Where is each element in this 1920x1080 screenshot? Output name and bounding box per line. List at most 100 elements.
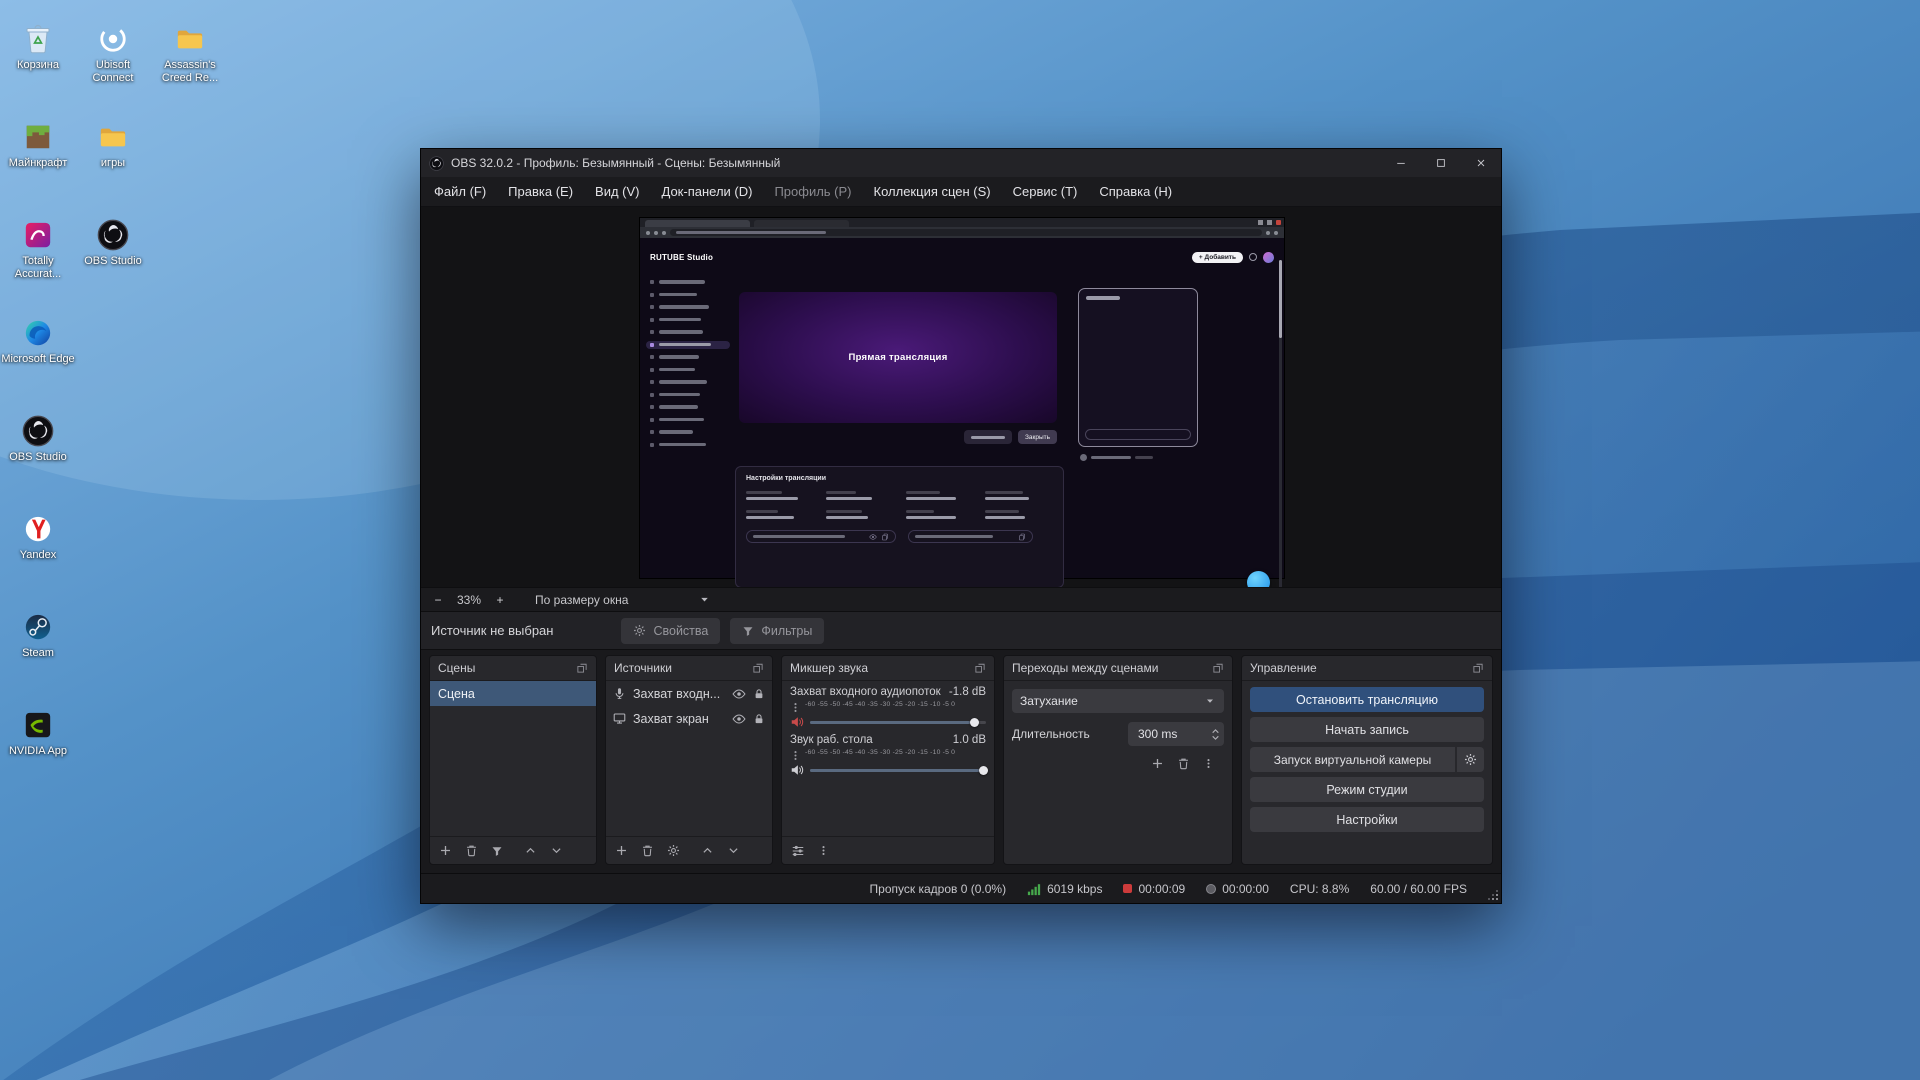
minimize-button[interactable] (1381, 149, 1421, 177)
desktop-icon-minecraft[interactable]: Майнкрафт (0, 120, 76, 170)
menu-scene-collection[interactable]: Коллекция сцен (S) (863, 177, 1002, 206)
transitions-dock-header[interactable]: Переходы между сценами (1004, 656, 1232, 681)
volume-slider[interactable] (810, 716, 986, 729)
settings-button[interactable]: Настройки (1250, 807, 1484, 832)
dock-popout-icon[interactable] (974, 662, 986, 674)
visibility-eye-icon[interactable] (732, 712, 746, 726)
controls-title: Управление (1250, 661, 1317, 675)
preview-area: RUTUBE Studio + Добавить (421, 207, 1501, 587)
dock-popout-icon[interactable] (752, 662, 764, 674)
spin-up-icon[interactable] (1211, 728, 1220, 734)
browser-back-icon (646, 231, 650, 235)
sources-dock: Источники Захват входн... Захват экран (605, 655, 773, 865)
source-properties-gear-icon[interactable] (667, 844, 680, 857)
menu-view[interactable]: Вид (V) (584, 177, 650, 206)
mixer-menu-kebab-icon[interactable] (818, 844, 829, 857)
recycle-bin-icon (21, 22, 55, 56)
chevron-down-icon[interactable] (698, 593, 711, 606)
menu-help[interactable]: Справка (H) (1088, 177, 1183, 206)
add-transition-icon[interactable] (1151, 757, 1164, 770)
channel-menu-kebab-icon[interactable] (790, 748, 801, 762)
menu-edit[interactable]: Правка (E) (497, 177, 584, 206)
speaker-icon[interactable] (790, 763, 804, 777)
zoom-in-button[interactable]: + (493, 593, 507, 607)
remove-source-icon[interactable] (641, 844, 654, 857)
controls-dock-header[interactable]: Управление (1242, 656, 1492, 681)
add-scene-icon[interactable] (439, 844, 452, 857)
desktop-icon-edge[interactable]: Microsoft Edge (0, 316, 76, 366)
stream-settings-form: Настройки трансляции (735, 466, 1064, 587)
title-bar[interactable]: OBS 32.0.2 - Профиль: Безымянный - Сцены… (421, 149, 1501, 177)
virtual-camera-config-button[interactable] (1457, 747, 1484, 772)
source-item-screen-capture[interactable]: Захват экран (606, 706, 772, 731)
dock-popout-icon[interactable] (1472, 662, 1484, 674)
desktop-icon-steam[interactable]: Steam (0, 610, 76, 660)
dock-popout-icon[interactable] (1212, 662, 1224, 674)
spin-down-icon[interactable] (1211, 735, 1220, 741)
start-virtual-camera-button[interactable]: Запуск виртуальной камеры (1250, 747, 1455, 772)
duration-value: 300 ms (1138, 727, 1177, 741)
desktop-icon-obs-2[interactable]: OBS Studio (75, 218, 151, 268)
browser-extensions-icon (1266, 231, 1270, 235)
desktop-icon-games-folder[interactable]: игры (75, 120, 151, 170)
browser-refresh-icon (662, 231, 666, 235)
transition-select[interactable]: Затухание (1012, 689, 1224, 713)
transition-menu-kebab-icon[interactable] (1203, 757, 1214, 770)
desktop-icon-ac-folder[interactable]: Assassin's Creed Re... (152, 22, 228, 84)
steam-icon (21, 610, 55, 644)
volume-slider[interactable] (810, 764, 986, 777)
move-scene-up-icon[interactable] (524, 844, 537, 857)
menu-file[interactable]: Файл (F) (423, 177, 497, 206)
meter-scale: -60 -55 -50 -45 -40 -35 -30 -25 -20 -15 … (805, 701, 986, 708)
preview-canvas[interactable]: RUTUBE Studio + Добавить (640, 218, 1284, 578)
studio-mode-button[interactable]: Режим студии (1250, 777, 1484, 802)
zoom-out-button[interactable]: − (431, 593, 445, 607)
close-button[interactable] (1461, 149, 1501, 177)
resize-grip[interactable] (1488, 890, 1498, 900)
menu-profile[interactable]: Профиль (P) (763, 177, 862, 206)
dock-popout-icon[interactable] (576, 662, 588, 674)
menu-docks[interactable]: Док-панели (D) (651, 177, 764, 206)
scenes-dock-header[interactable]: Сцены (430, 656, 596, 681)
browser-tab-active (645, 220, 750, 228)
desktop-icon-yandex[interactable]: Yandex (0, 512, 76, 562)
move-scene-down-icon[interactable] (550, 844, 563, 857)
maximize-button[interactable] (1421, 149, 1461, 177)
copy-icon (881, 533, 889, 541)
fit-to-window-label[interactable]: По размеру окна (535, 593, 628, 607)
desktop-icon-recycle-bin[interactable]: Корзина (0, 22, 76, 72)
signal-bars-icon (1027, 882, 1041, 896)
scene-filters-icon[interactable] (491, 845, 503, 857)
scenes-toolbar (430, 836, 596, 864)
stop-streaming-button[interactable]: Остановить трансляцию (1250, 687, 1484, 712)
desktop-icon-totally-accurate[interactable]: Totally Accurat... (0, 218, 76, 280)
lock-icon[interactable] (753, 688, 765, 700)
desktop-icon-ubisoft[interactable]: Ubisoft Connect (75, 22, 151, 84)
duration-spinbox[interactable]: 300 ms (1128, 722, 1224, 746)
source-item-audio-capture[interactable]: Захват входн... (606, 681, 772, 706)
scene-item-selected[interactable]: Сцена (430, 681, 596, 706)
channel-menu-kebab-icon[interactable] (790, 700, 801, 714)
advanced-audio-sliders-icon[interactable] (791, 844, 805, 858)
menu-tools[interactable]: Сервис (T) (1002, 177, 1089, 206)
remove-transition-icon[interactable] (1177, 757, 1190, 770)
filters-button[interactable]: Фильтры (730, 618, 824, 644)
mixer-dock-header[interactable]: Микшер звука (782, 656, 994, 681)
desktop-icon-nvidia[interactable]: NVIDIA App (0, 708, 76, 758)
obs-studio-icon (96, 218, 130, 252)
lock-icon[interactable] (753, 713, 765, 725)
move-source-up-icon[interactable] (701, 844, 714, 857)
mute-speaker-icon[interactable] (790, 715, 804, 729)
desktop-icon-label: OBS Studio (9, 451, 66, 464)
start-recording-button[interactable]: Начать запись (1250, 717, 1484, 742)
desktop-icon-label: Steam (22, 647, 54, 660)
sources-dock-header[interactable]: Источники (606, 656, 772, 681)
desktop-icon-obs-1[interactable]: OBS Studio (0, 414, 76, 464)
visibility-eye-icon[interactable] (732, 687, 746, 701)
bitrate-value: 6019 kbps (1047, 882, 1102, 896)
remove-scene-icon[interactable] (465, 844, 478, 857)
move-source-down-icon[interactable] (727, 844, 740, 857)
captured-browser-toolbar (640, 227, 1284, 238)
add-source-icon[interactable] (615, 844, 628, 857)
properties-button[interactable]: Свойства (621, 618, 720, 644)
